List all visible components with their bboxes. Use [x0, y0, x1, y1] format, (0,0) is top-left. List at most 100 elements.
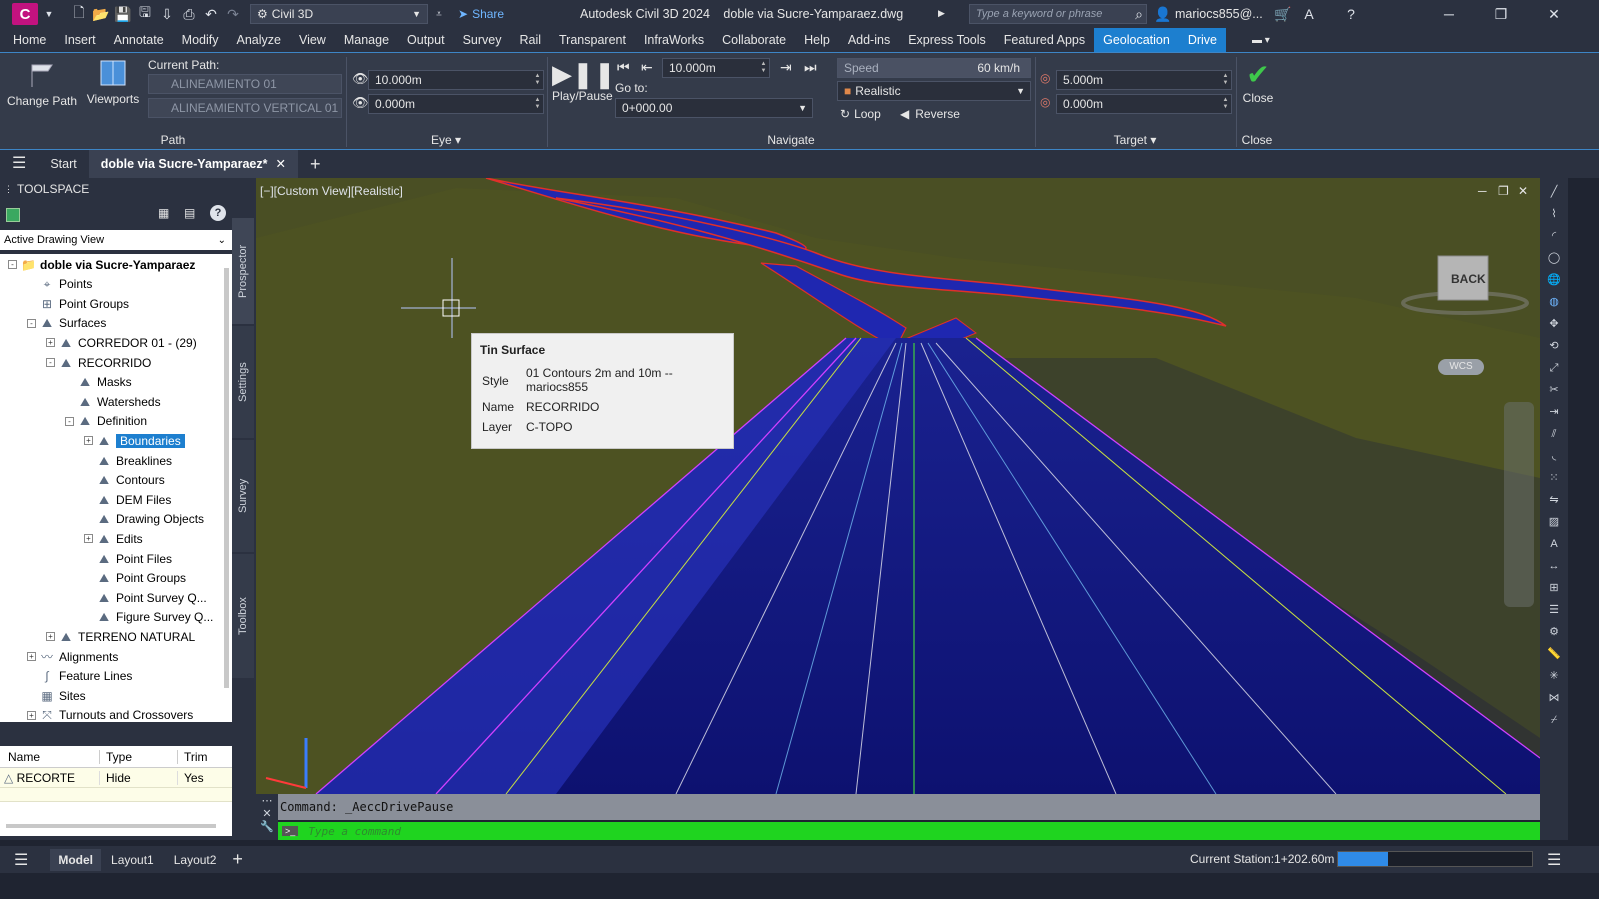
arc-tool-icon[interactable]: ◜ [1546, 228, 1562, 244]
line-tool-icon[interactable]: ╱ [1546, 184, 1562, 200]
step-forward-icon[interactable]: ⇥ [780, 59, 792, 76]
reverse-button[interactable]: ◀ Reverse [900, 107, 960, 121]
tree-item[interactable]: - ⛰ Definition [65, 412, 147, 431]
collapse-icon[interactable]: - [8, 260, 17, 269]
viewports-button[interactable]: Viewports [84, 57, 142, 117]
expand-icon[interactable]: + [84, 436, 93, 446]
move-tool-icon[interactable]: ✥ [1546, 316, 1562, 332]
import-icon[interactable]: ⇩ [156, 3, 178, 25]
tree-item[interactable]: + ⛰ Boundaries [84, 431, 185, 450]
list-view-icon[interactable]: ▤ [184, 206, 195, 220]
hamburger-menu-icon[interactable]: ☰ [14, 850, 28, 870]
polyline-tool-icon[interactable]: ⌇ [1546, 206, 1562, 222]
customize-status-icon[interactable]: ☰ [1547, 850, 1561, 870]
help-circle-icon[interactable]: ? [210, 205, 226, 221]
tab-drawing[interactable]: doble via Sucre-Yamparaez* ✕ [88, 150, 298, 178]
customize-quick-access-icon[interactable]: ⩡ [428, 3, 450, 25]
text-tool-icon[interactable]: A [1546, 536, 1562, 552]
collapse-icon[interactable]: - [46, 358, 55, 367]
step-distance-input[interactable]: 10.000m ▲ ▼ [662, 58, 770, 78]
tab-layout1[interactable]: Layout1 [111, 853, 154, 867]
tab-layout2[interactable]: Layout2 [174, 853, 217, 867]
tab-manage[interactable]: Manage [335, 28, 398, 52]
array-tool-icon[interactable]: ⁙ [1546, 470, 1562, 486]
tree-item[interactable]: - ⛰ Surfaces [27, 314, 106, 333]
tab-drive[interactable]: Drive [1178, 28, 1226, 52]
undo-icon[interactable]: ↶ [200, 3, 222, 25]
break-tool-icon[interactable]: ⌿ [1546, 712, 1562, 728]
tree-scrollbar[interactable] [222, 254, 232, 722]
tab-add-ins[interactable]: Add-ins [839, 28, 899, 52]
speed-slider[interactable]: Speed 60 km/h [837, 58, 1031, 78]
hatch-tool-icon[interactable]: ▨ [1546, 514, 1562, 530]
close-window-icon[interactable]: ✕ [1543, 3, 1565, 25]
close-tab-icon[interactable]: ✕ [276, 157, 286, 171]
tab-infraworks[interactable]: InfraWorks [635, 28, 713, 52]
tree-item[interactable]: ⌖ Points [27, 275, 93, 294]
drawing-viewport[interactable]: [−][Custom View][Realistic] BACK WCS ─ ❐… [256, 178, 1540, 794]
expand-icon[interactable]: + [46, 632, 55, 642]
scale-tool-icon[interactable]: ⤢ [1546, 360, 1562, 376]
tree-item[interactable]: ⛰ Breaklines [84, 451, 172, 470]
goto-select[interactable]: 0+000.00 ▼ [615, 98, 813, 118]
redo-icon[interactable]: ↷ [222, 3, 244, 25]
command-input[interactable]: >_ Type a command [278, 822, 1540, 840]
globe-icon[interactable]: 🌐 [1546, 272, 1562, 288]
extend-tool-icon[interactable]: ⇥ [1546, 404, 1562, 420]
column-header-trim[interactable]: Trim [178, 750, 232, 764]
eye-height-input[interactable]: 10.000m ▲ ▼ [368, 70, 544, 90]
column-header-name[interactable]: Name [0, 749, 100, 764]
user-icon[interactable]: 👤 [1152, 3, 1174, 25]
table-scrollbar[interactable] [6, 824, 216, 828]
target-panel-title[interactable]: Target ▾ [1035, 133, 1235, 147]
tab-annotate[interactable]: Annotate [105, 28, 173, 52]
expand-icon[interactable]: + [84, 534, 93, 544]
change-path-button[interactable]: Change Path [6, 59, 78, 111]
measure-tool-icon[interactable]: 📏 [1546, 646, 1562, 662]
wcs-menu[interactable]: WCS [1438, 359, 1484, 375]
tab-insert[interactable]: Insert [55, 28, 104, 52]
target-offset-input[interactable]: 0.000m ▲ ▼ [1056, 94, 1232, 114]
layer-tool-icon[interactable]: ☰ [1546, 602, 1562, 618]
save-as-icon[interactable]: 🖫 [134, 3, 156, 25]
chevron-down-icon[interactable]: ▼ [38, 3, 60, 25]
close-drive-button[interactable]: ✔ Close [1238, 59, 1278, 105]
tab-output[interactable]: Output [398, 28, 454, 52]
tab-survey[interactable]: Survey [232, 440, 254, 552]
grip-icon[interactable]: ⋮ [4, 184, 13, 195]
tab-settings[interactable]: Settings [232, 326, 254, 438]
tree-item[interactable]: ⛰ Watersheds [65, 392, 161, 411]
collapse-icon[interactable]: - [27, 318, 36, 328]
search-icon[interactable]: ⌕ [1128, 3, 1150, 25]
block-tool-icon[interactable]: ⊞ [1546, 580, 1562, 596]
tree-item[interactable]: + ⤧ Turnouts and Crossovers [27, 706, 193, 722]
tab-model[interactable]: Model [50, 848, 102, 871]
open-folder-icon[interactable]: 📂 [90, 3, 112, 25]
dimension-tool-icon[interactable]: ↔ [1546, 558, 1562, 574]
settings-globe-icon[interactable]: ◍ [1546, 294, 1562, 310]
viewcube-face-back[interactable]: BACK [1451, 272, 1486, 286]
tab-transparent[interactable]: Transparent [550, 28, 635, 52]
target-distance-input[interactable]: 5.000m ▲ ▼ [1056, 70, 1232, 90]
tree-item[interactable]: ⛰ Masks [65, 373, 132, 392]
explode-tool-icon[interactable]: ✳ [1546, 668, 1562, 684]
new-file-icon[interactable]: 🗋 [68, 3, 90, 25]
tree-item[interactable]: ⊞ Point Groups [27, 294, 129, 313]
share-button[interactable]: ➤ Share [458, 7, 504, 21]
restore-icon[interactable]: ❐ [1490, 3, 1512, 25]
column-header-type[interactable]: Type [100, 749, 178, 764]
join-tool-icon[interactable]: ⋈ [1546, 690, 1562, 706]
add-layout-icon[interactable]: + [232, 849, 243, 870]
tree-view-icon[interactable]: ▦ [158, 206, 169, 220]
tree-item[interactable]: ⛰ DEM Files [84, 490, 171, 509]
tree-item[interactable]: ⛰ Drawing Objects [84, 510, 204, 529]
expand-icon[interactable]: + [46, 338, 55, 348]
viewport-controls-label[interactable]: [−][Custom View][Realistic] [260, 184, 403, 198]
trim-tool-icon[interactable]: ✂ [1546, 382, 1562, 398]
tab-collaborate[interactable]: Collaborate [713, 28, 795, 52]
tab-toolbox[interactable]: Toolbox [232, 554, 254, 678]
tab-help[interactable]: Help [795, 28, 839, 52]
user-name[interactable]: mariocs855@... [1175, 7, 1263, 21]
tree-item[interactable]: ⛰ Contours [84, 471, 165, 490]
properties-tool-icon[interactable]: ⚙ [1546, 624, 1562, 640]
